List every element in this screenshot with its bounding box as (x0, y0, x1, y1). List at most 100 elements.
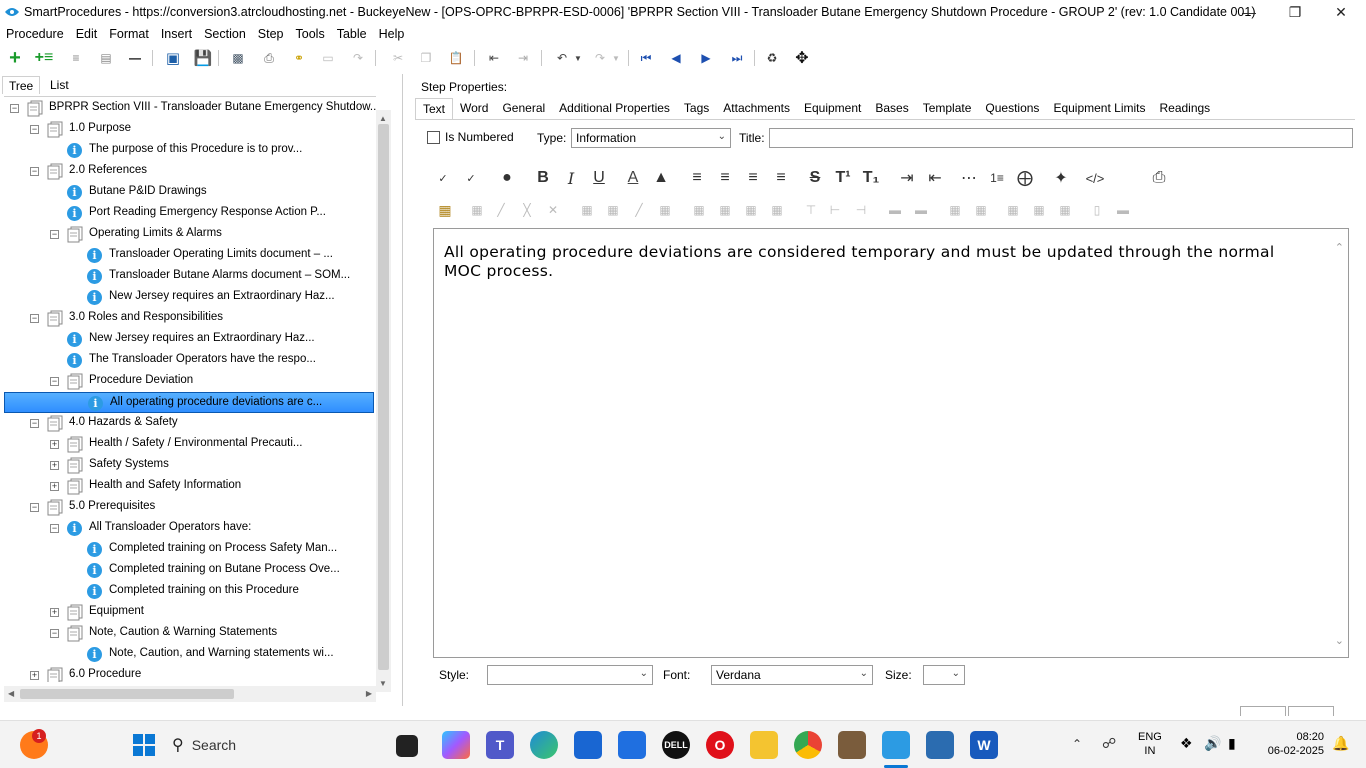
indent-icon[interactable]: ⇥ (513, 48, 533, 68)
minimize-button[interactable]: — (1226, 0, 1272, 24)
table-tool-icon[interactable]: ▦ (577, 200, 597, 220)
decrease-indent-icon[interactable]: ⇤ (923, 166, 947, 190)
spellcheck-options-icon[interactable]: ✓ (459, 166, 483, 190)
table-tool-icon[interactable]: ⊢ (825, 200, 845, 220)
tab-equipment-limits[interactable]: Equipment Limits (1046, 98, 1152, 120)
subscript-icon[interactable]: T₁ (859, 166, 883, 190)
is-numbered-checkbox[interactable] (427, 131, 440, 144)
highlight-icon[interactable]: ▲ (649, 166, 673, 190)
table-tool-icon[interactable]: ▬ (911, 200, 931, 220)
table-tool-icon[interactable]: ▦ (467, 200, 487, 220)
table-tool-icon[interactable]: ▯ (1087, 200, 1107, 220)
strikethrough-icon[interactable]: S (803, 166, 827, 190)
tree-item[interactable]: + Health / Safety / Environmental Precaut… (4, 434, 374, 455)
app-icon[interactable] (838, 731, 866, 759)
windows-start-icon[interactable] (130, 731, 158, 759)
tab-attachments[interactable]: Attachments (716, 98, 797, 120)
save-icon[interactable]: 💾 (193, 48, 213, 68)
type-dropdown[interactable]: Information ⌄ (571, 128, 731, 148)
table-tool-icon[interactable]: ▦ (741, 200, 761, 220)
tree-item[interactable]: + Health and Safety Information (4, 476, 374, 497)
language-indicator[interactable]: ENG IN (1138, 730, 1162, 758)
tree-item[interactable]: − BPRPR Section VIII - Transloader Butane… (4, 98, 376, 119)
tab-tags[interactable]: Tags (677, 98, 716, 120)
align-right-icon[interactable]: ≡ (741, 166, 765, 190)
tree-vertical-scrollbar[interactable]: ▲ ▼ (376, 110, 391, 692)
wifi-icon[interactable]: ❖ (1180, 735, 1193, 752)
tree-item[interactable]: − i All Transloader Operators have: (4, 518, 374, 539)
menu-help[interactable]: Help (373, 27, 411, 41)
paste-icon[interactable]: 📋 (446, 48, 466, 68)
html-source-icon[interactable]: </> (1083, 166, 1107, 190)
export-icon[interactable]: ▩ (228, 48, 248, 68)
spellcheck-icon[interactable]: ✓ (431, 166, 455, 190)
remote-desktop-icon[interactable] (926, 731, 954, 759)
magic-wand-icon[interactable]: ✦ (1049, 166, 1073, 190)
tab-text[interactable]: Text (415, 98, 454, 120)
redo-dropdown-icon[interactable]: ▼ (606, 48, 626, 68)
menu-tools[interactable]: Tools (290, 27, 331, 41)
bold-icon[interactable]: B (531, 166, 555, 190)
color-circle-icon[interactable]: ● (495, 166, 519, 190)
notifications-icon[interactable]: 🔔 (1332, 735, 1349, 752)
print-preview-icon[interactable]: ⎙ (1147, 166, 1171, 190)
menu-section[interactable]: Section (198, 27, 252, 41)
table-tool-icon[interactable]: ▦ (715, 200, 735, 220)
table-tool-icon[interactable]: ▦ (1003, 200, 1023, 220)
table-tool-icon[interactable]: ⊤ (801, 200, 821, 220)
editor-scroll-up-icon[interactable]: ⌃ (1335, 241, 1344, 254)
tree-item[interactable]: i Port Reading Emergency Response Action … (4, 203, 374, 224)
tree-item[interactable]: + Equipment (4, 602, 374, 623)
tab-equipment[interactable]: Equipment (797, 98, 868, 120)
first-icon[interactable]: ⏮ (636, 48, 656, 68)
style-dropdown[interactable]: ⌄ (487, 665, 653, 685)
insert-table-icon[interactable]: ▦ (435, 200, 455, 220)
tree-item[interactable]: i New Jersey requires an Extraordinary Ha… (4, 329, 374, 350)
tree-item[interactable]: i Completed training on Process Safety Ma… (4, 539, 374, 560)
tree-item[interactable]: − Procedure Deviation (4, 371, 374, 392)
table-tool-icon[interactable]: ✕ (543, 200, 563, 220)
tree-item[interactable]: i Butane P&ID Drawings (4, 182, 374, 203)
tree-item[interactable]: − Note, Caution & Warning Statements (4, 623, 374, 644)
menu-procedure[interactable]: Procedure (0, 27, 70, 41)
collapse-icon[interactable]: − (50, 629, 59, 638)
tree-item[interactable]: +6.0 Procedure (4, 665, 374, 682)
tab-general[interactable]: General (495, 98, 552, 120)
table-tool-icon[interactable]: ▦ (603, 200, 623, 220)
expand-icon[interactable]: + (50, 461, 59, 470)
tree-item[interactable]: i New Jersey requires an Extraordinary Ha… (4, 287, 374, 308)
tab-readings[interactable]: Readings (1152, 98, 1217, 120)
tree-item[interactable]: i Completed training on this Procedure (4, 581, 374, 602)
outdent-icon[interactable]: ⇤ (484, 48, 504, 68)
close-button[interactable]: ✕ (1318, 0, 1364, 24)
dell-icon[interactable]: DELL (662, 731, 690, 759)
tree-item[interactable]: − 5.0 Prerequisites (4, 497, 374, 518)
expand-icon[interactable]: + (50, 440, 59, 449)
tab-tree[interactable]: Tree (2, 76, 41, 94)
spellcheck-icon[interactable]: ♻ (762, 48, 782, 68)
tree-item[interactable]: − 2.0 References (4, 161, 374, 182)
tab-additional-properties[interactable]: Additional Properties (552, 98, 677, 120)
tree-horizontal-scrollbar[interactable]: ◀ ▶ (4, 686, 376, 702)
tree-item[interactable]: i The purpose of this Procedure is to pro… (4, 140, 374, 161)
word-icon[interactable]: W (970, 731, 998, 759)
superscript-icon[interactable]: T¹ (831, 166, 855, 190)
editor-scroll-down-icon[interactable]: ⌄ (1335, 634, 1344, 647)
menu-step[interactable]: Step (252, 27, 290, 41)
expand-icon[interactable]: + (30, 671, 39, 680)
print-icon[interactable]: ⎙ (259, 48, 279, 68)
menu-format[interactable]: Format (103, 27, 155, 41)
opera-icon[interactable]: O (706, 731, 734, 759)
title-input[interactable] (769, 128, 1353, 148)
table-tool-icon[interactable]: ▦ (1055, 200, 1075, 220)
justify-icon[interactable]: ≡ (769, 166, 793, 190)
table-tool-icon[interactable]: ▬ (1113, 200, 1133, 220)
tree-item[interactable]: + Safety Systems (4, 455, 374, 476)
step-text-editor[interactable]: All operating procedure deviations are c… (433, 228, 1349, 658)
table-tool-icon[interactable]: ▦ (767, 200, 787, 220)
battery-icon[interactable]: ▮ (1228, 735, 1236, 752)
undo-dropdown-icon[interactable]: ▼ (568, 48, 588, 68)
teams-icon[interactable]: T (486, 731, 514, 759)
open-icon[interactable]: ▣ (163, 48, 183, 68)
align-left-icon[interactable]: ≡ (685, 166, 709, 190)
